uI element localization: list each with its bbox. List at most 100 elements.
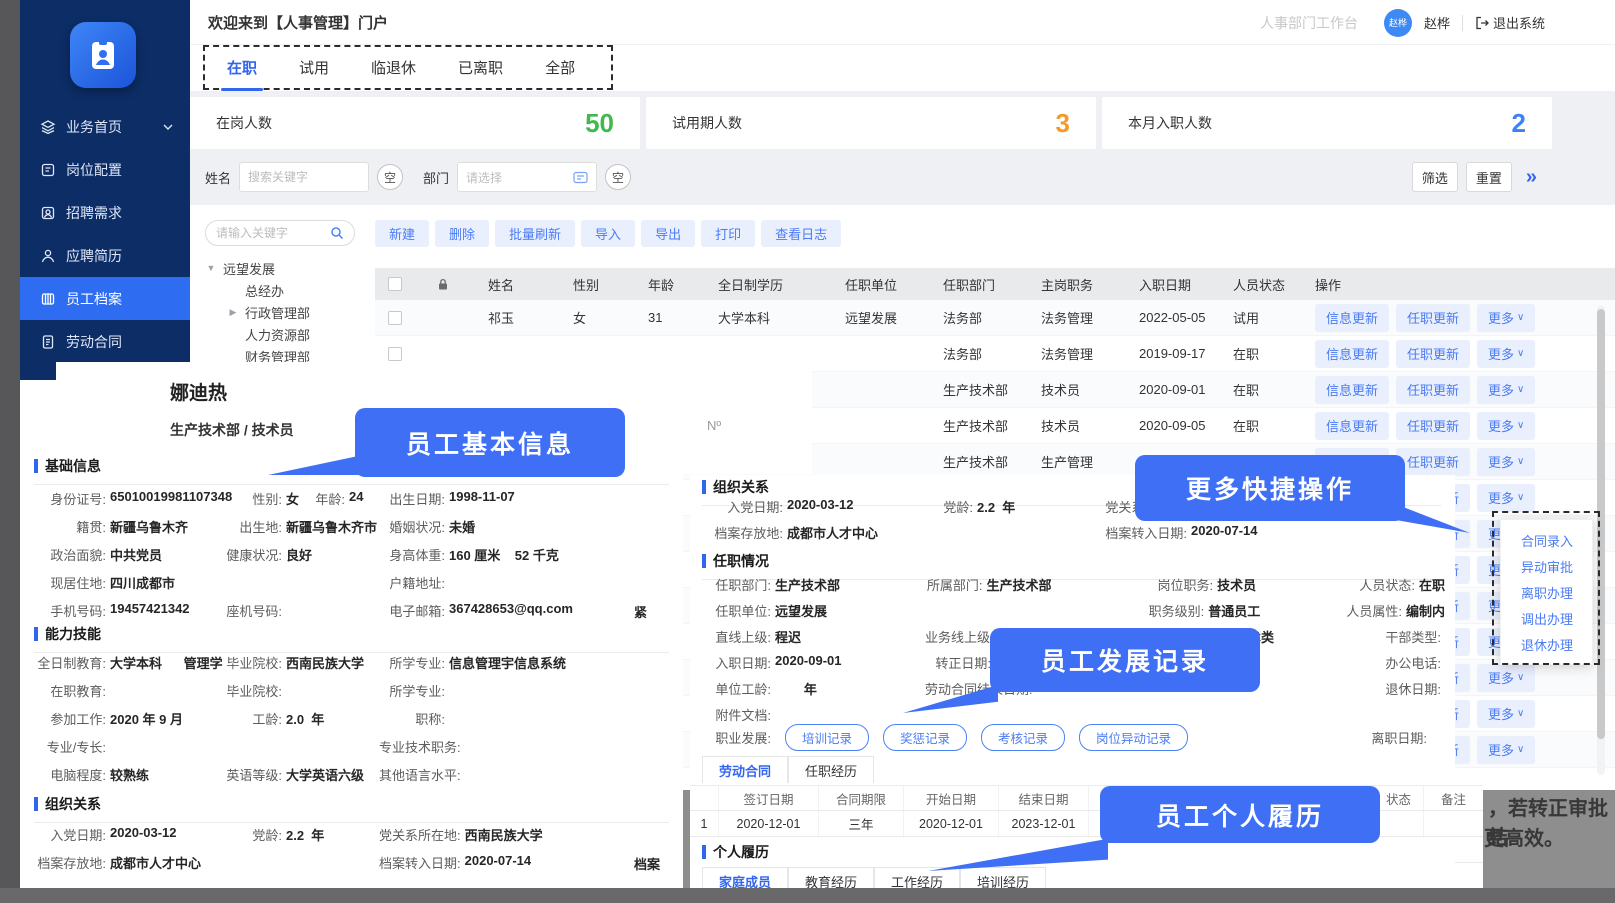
sidebar-item-applicant-resume[interactable]: 应聘简历: [20, 234, 190, 277]
toolbar-button[interactable]: 查看日志: [761, 220, 841, 247]
job-update-button[interactable]: 任职更新: [1396, 304, 1470, 332]
more-button[interactable]: 更多: [1477, 304, 1535, 332]
clear-name-button[interactable]: 空: [377, 164, 403, 190]
tab-probation[interactable]: 试用: [299, 57, 329, 78]
contract-tabs: 劳动合同 任职经历: [702, 756, 874, 783]
more-button[interactable]: 更多: [1477, 700, 1535, 728]
tab-job-history[interactable]: 任职经历: [788, 756, 874, 783]
name-filter-label: 姓名: [205, 168, 231, 187]
more-button[interactable]: 更多: [1477, 484, 1535, 512]
callout-development-records: 员工发展记录: [990, 628, 1260, 692]
field-row: 专业/专长: 专业技术职务:: [34, 732, 675, 760]
cell-hire-date: 2022-05-05: [1121, 300, 1215, 335]
field-row: 参加工作:2020 年 9 月 工龄:2.0 年 职称:: [34, 704, 675, 732]
callout-basic-info: 员工基本信息: [355, 408, 625, 477]
cell-unit: 远望发展: [827, 300, 925, 335]
stat-card-onduty: 在岗人数 50: [190, 97, 640, 149]
desktop-edge-left: [0, 0, 20, 903]
job-update-button[interactable]: 任职更新: [1396, 412, 1470, 440]
tree-arrow-icon[interactable]: ▼: [205, 263, 217, 273]
record-pill-button[interactable]: 考核记录: [981, 724, 1065, 751]
tree-node[interactable]: ▼ 远望发展: [205, 257, 370, 279]
cell-status: 在职: [1215, 408, 1300, 443]
sidebar-item-labor-contract[interactable]: 劳动合同: [20, 320, 190, 363]
more-button[interactable]: 更多: [1477, 736, 1535, 764]
sidebar-item-recruit-demand[interactable]: 招聘需求: [20, 191, 190, 234]
filter-row: 姓名 空 部门 请选择 空 筛选 重置 »: [190, 160, 1615, 194]
workspace-label: 人事部门工作台: [1260, 13, 1358, 33]
more-button[interactable]: 更多: [1477, 376, 1535, 404]
sidebar-item-business-home[interactable]: 业务首页: [20, 105, 190, 148]
tree-search-input[interactable]: [216, 226, 321, 240]
tab-near-retirement[interactable]: 临退休: [371, 57, 416, 78]
row-checkbox[interactable]: [388, 347, 402, 361]
sidebar-item-employee-archive[interactable]: 员工档案: [20, 277, 190, 320]
tree-node[interactable]: 人力资源部: [205, 323, 370, 345]
more-button[interactable]: 更多: [1477, 664, 1535, 692]
info-update-button[interactable]: 信息更新: [1315, 376, 1389, 404]
filter-button[interactable]: 筛选: [1412, 162, 1458, 192]
cell-gender: 女: [555, 300, 630, 335]
record-pill-button[interactable]: 奖惩记录: [883, 724, 967, 751]
cell-job: 技术员: [1023, 372, 1121, 407]
avatar[interactable]: 赵桦: [1384, 9, 1412, 37]
col-name: 姓名: [470, 268, 555, 300]
sidebar-item-position-config[interactable]: 岗位配置: [20, 148, 190, 191]
more-button[interactable]: 更多: [1477, 340, 1535, 368]
field-row: 档案存放地:成都市人才中心 档案转入日期:2020-07-14 档案: [34, 848, 675, 876]
tabs-band: 在职 试用 临退休 已离职 全部: [190, 45, 1615, 91]
cell-unit: [827, 444, 925, 479]
job-update-button[interactable]: 任职更新: [1396, 448, 1470, 476]
divider: [1462, 15, 1463, 31]
tab-all[interactable]: 全部: [545, 57, 575, 78]
job-update-button[interactable]: 任职更新: [1396, 376, 1470, 404]
desktop-edge-bottom: [0, 888, 1615, 903]
tree-node[interactable]: ▶ 行政管理部: [205, 301, 370, 323]
toolbar-button[interactable]: 新建: [375, 220, 429, 247]
tab-active-employees[interactable]: 在职: [227, 57, 257, 78]
tab-resigned[interactable]: 已离职: [458, 57, 503, 78]
tree-node[interactable]: 总经办: [205, 279, 370, 301]
toolbar-button[interactable]: 导出: [641, 220, 695, 247]
info-update-button[interactable]: 信息更新: [1315, 340, 1389, 368]
reset-button[interactable]: 重置: [1466, 162, 1512, 192]
toolbar-button[interactable]: 删除: [435, 220, 489, 247]
record-pill-button[interactable]: 培训记录: [785, 724, 869, 751]
cell-age: 31: [630, 300, 700, 335]
screenshot-stage: ，若转正审批结 更高效。 业务首页 岗位配置 招聘需求: [0, 0, 1615, 903]
tab-labor-contract[interactable]: 劳动合同: [702, 756, 788, 783]
more-button[interactable]: 更多: [1477, 448, 1535, 476]
select-all-checkbox[interactable]: [388, 277, 402, 291]
dept-select[interactable]: 请选择: [457, 162, 597, 192]
status-tabs: 在职 试用 临退休 已离职 全部: [203, 45, 613, 90]
more-button[interactable]: 更多: [1477, 412, 1535, 440]
cell-job: 生产管理: [1023, 444, 1121, 479]
info-update-button[interactable]: 信息更新: [1315, 412, 1389, 440]
toolbar-button[interactable]: 批量刷新: [495, 220, 575, 247]
toolbar-button[interactable]: 导入: [581, 220, 635, 247]
archive-icon: [40, 291, 56, 307]
tree-node-label: 人力资源部: [245, 325, 310, 344]
cell-hire-date: 2020-09-01: [1121, 372, 1215, 407]
cell-hire-date: 2019-09-17: [1121, 336, 1215, 371]
table-toolbar: 新建删除批量刷新导入导出打印查看日志: [375, 220, 1615, 247]
recruit-icon: [40, 205, 56, 221]
row-checkbox[interactable]: [388, 311, 402, 325]
job-update-button[interactable]: 任职更新: [1396, 340, 1470, 368]
tree-node-label: 总经办: [245, 281, 284, 300]
tree-search[interactable]: [205, 220, 355, 246]
contract-icon: [40, 334, 56, 350]
cell-department: 生产技术部: [925, 444, 1023, 479]
cell-department: 法务部: [925, 336, 1023, 371]
cell-department: 法务部: [925, 300, 1023, 335]
clear-dept-button[interactable]: 空: [605, 164, 631, 190]
expand-filters-icon[interactable]: »: [1526, 166, 1537, 189]
logout-button[interactable]: 退出系统: [1475, 13, 1545, 32]
info-update-button[interactable]: 信息更新: [1315, 304, 1389, 332]
lock-icon: [437, 278, 449, 291]
tree-arrow-icon[interactable]: ▶: [227, 307, 239, 318]
toolbar-button[interactable]: 打印: [701, 220, 755, 247]
table-row: 祁玉 女 31 大学本科 远望发展 法务部 法务管理 2022-05-05 试用…: [375, 300, 1615, 336]
record-pill-button[interactable]: 岗位异动记录: [1079, 724, 1188, 751]
name-search-input[interactable]: [239, 162, 369, 192]
